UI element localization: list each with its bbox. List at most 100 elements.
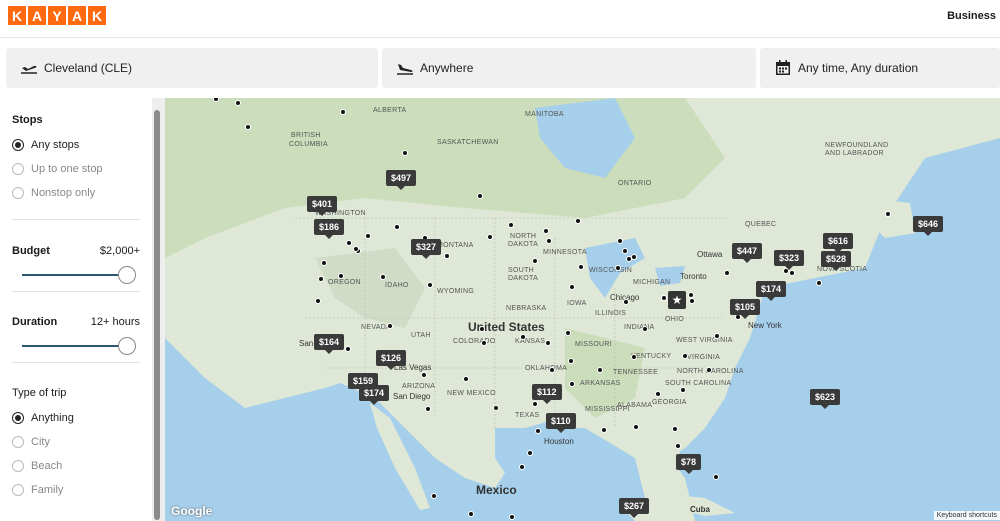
- destination-dot[interactable]: [789, 270, 795, 276]
- destination-dot[interactable]: [682, 353, 688, 359]
- price-pin[interactable]: $112: [532, 384, 562, 404]
- destination-dot[interactable]: [444, 253, 450, 259]
- kayak-logo[interactable]: K A Y A K: [8, 6, 106, 25]
- price-pin[interactable]: $164: [314, 334, 345, 354]
- trip-option-city[interactable]: City: [12, 430, 140, 454]
- destination-dot[interactable]: [427, 282, 433, 288]
- destination-dot[interactable]: [601, 427, 607, 433]
- price-pin[interactable]: $78: [676, 454, 702, 474]
- trip-option-family[interactable]: Family: [12, 478, 140, 502]
- destination-dot[interactable]: [569, 381, 575, 387]
- destination-dot[interactable]: [642, 326, 648, 332]
- destination-dot[interactable]: [353, 246, 359, 252]
- destination-dot[interactable]: [549, 367, 555, 373]
- price-pin[interactable]: $174: [359, 385, 390, 405]
- stops-option-nonstop[interactable]: Nonstop only: [12, 181, 140, 205]
- destination-dot[interactable]: [578, 264, 584, 270]
- price-pin[interactable]: $646: [913, 216, 944, 236]
- origin-field[interactable]: Cleveland (CLE): [6, 48, 378, 88]
- origin-star-icon[interactable]: ★: [668, 291, 686, 309]
- keyboard-shortcuts-link[interactable]: Keyboard shortcuts: [933, 511, 1000, 520]
- destination-dot[interactable]: [675, 443, 681, 449]
- price-pin[interactable]: $528: [821, 251, 852, 271]
- price-pin[interactable]: $267: [619, 498, 650, 518]
- destination-dot[interactable]: [318, 276, 324, 282]
- sidebar-scrollbar[interactable]: [152, 98, 165, 521]
- destination-dot[interactable]: [387, 323, 393, 329]
- scrollbar-thumb[interactable]: [154, 110, 160, 520]
- destination-dot[interactable]: [706, 367, 712, 373]
- destination-dot[interactable]: [713, 474, 719, 480]
- destination-dot[interactable]: [672, 426, 678, 432]
- business-link[interactable]: Business: [947, 10, 996, 22]
- destination-dot[interactable]: [724, 270, 730, 276]
- slider-handle[interactable]: [118, 266, 136, 284]
- price-pin[interactable]: $327: [411, 239, 442, 259]
- price-pin[interactable]: $110: [546, 413, 576, 433]
- destination-dot[interactable]: [714, 333, 720, 339]
- destination-dot[interactable]: [235, 100, 241, 106]
- price-pin[interactable]: $105: [730, 299, 761, 319]
- destination-dot[interactable]: [487, 234, 493, 240]
- destination-dot[interactable]: [816, 280, 822, 286]
- destination-dot[interactable]: [421, 372, 427, 378]
- price-pin[interactable]: $447: [732, 243, 763, 263]
- stops-option-any[interactable]: Any stops: [12, 133, 140, 157]
- stops-option-one[interactable]: Up to one stop: [12, 157, 140, 181]
- destination-dot[interactable]: [623, 299, 629, 305]
- destination-dot[interactable]: [493, 405, 499, 411]
- destination-dot[interactable]: [568, 358, 574, 364]
- destination-dot[interactable]: [380, 274, 386, 280]
- destination-dot[interactable]: [520, 334, 526, 340]
- trip-option-anything[interactable]: Anything: [12, 406, 140, 430]
- destination-dot[interactable]: [394, 224, 400, 230]
- duration-slider[interactable]: [12, 334, 140, 356]
- destination-dot[interactable]: [622, 248, 628, 254]
- destination-dot[interactable]: [481, 340, 487, 346]
- destination-dot[interactable]: [532, 401, 538, 407]
- destination-dot[interactable]: [527, 450, 533, 456]
- destination-dot[interactable]: [631, 254, 637, 260]
- price-pin[interactable]: $497: [386, 170, 417, 190]
- destination-dot[interactable]: [617, 238, 623, 244]
- destination-dot[interactable]: [615, 265, 621, 271]
- destination-dot[interactable]: [425, 406, 431, 412]
- destination-dot[interactable]: [468, 511, 474, 517]
- destination-dot[interactable]: [661, 295, 667, 301]
- destination-field[interactable]: Anywhere: [382, 48, 756, 88]
- destination-dot[interactable]: [532, 258, 538, 264]
- destination-dot[interactable]: [633, 424, 639, 430]
- destination-dot[interactable]: [545, 340, 551, 346]
- destination-dot[interactable]: [245, 124, 251, 130]
- destination-dot[interactable]: [321, 260, 327, 266]
- destination-dot[interactable]: [463, 376, 469, 382]
- destination-dot[interactable]: [680, 387, 686, 393]
- destination-dot[interactable]: [519, 464, 525, 470]
- destination-dot[interactable]: [315, 298, 321, 304]
- destination-dot[interactable]: [655, 391, 661, 397]
- destination-dot[interactable]: [885, 211, 891, 217]
- destination-dot[interactable]: [365, 233, 371, 239]
- destination-dot[interactable]: [535, 428, 541, 434]
- slider-handle[interactable]: [118, 337, 136, 355]
- destination-dot[interactable]: [575, 218, 581, 224]
- price-pin[interactable]: $126: [376, 350, 407, 370]
- price-pin[interactable]: $401: [307, 196, 338, 216]
- destination-dot[interactable]: [509, 514, 515, 520]
- destination-dot[interactable]: [631, 354, 637, 360]
- trip-option-beach[interactable]: Beach: [12, 454, 140, 478]
- price-pin[interactable]: $616: [823, 233, 854, 253]
- destination-dot[interactable]: [346, 240, 352, 246]
- destination-dot[interactable]: [338, 273, 344, 279]
- date-field[interactable]: Any time, Any duration: [760, 48, 1000, 88]
- destination-dot[interactable]: [569, 284, 575, 290]
- destination-dot[interactable]: [565, 330, 571, 336]
- destination-dot[interactable]: [689, 298, 695, 304]
- destination-dot[interactable]: [477, 193, 483, 199]
- destination-dot[interactable]: [543, 228, 549, 234]
- destination-dot[interactable]: [479, 326, 485, 332]
- destinations-map[interactable]: ALBERTA MANITOBA SASKATCHEWAN BRITISH CO…: [165, 98, 1000, 521]
- destination-dot[interactable]: [546, 238, 552, 244]
- price-pin[interactable]: $323: [774, 250, 805, 270]
- destination-dot[interactable]: [431, 493, 437, 499]
